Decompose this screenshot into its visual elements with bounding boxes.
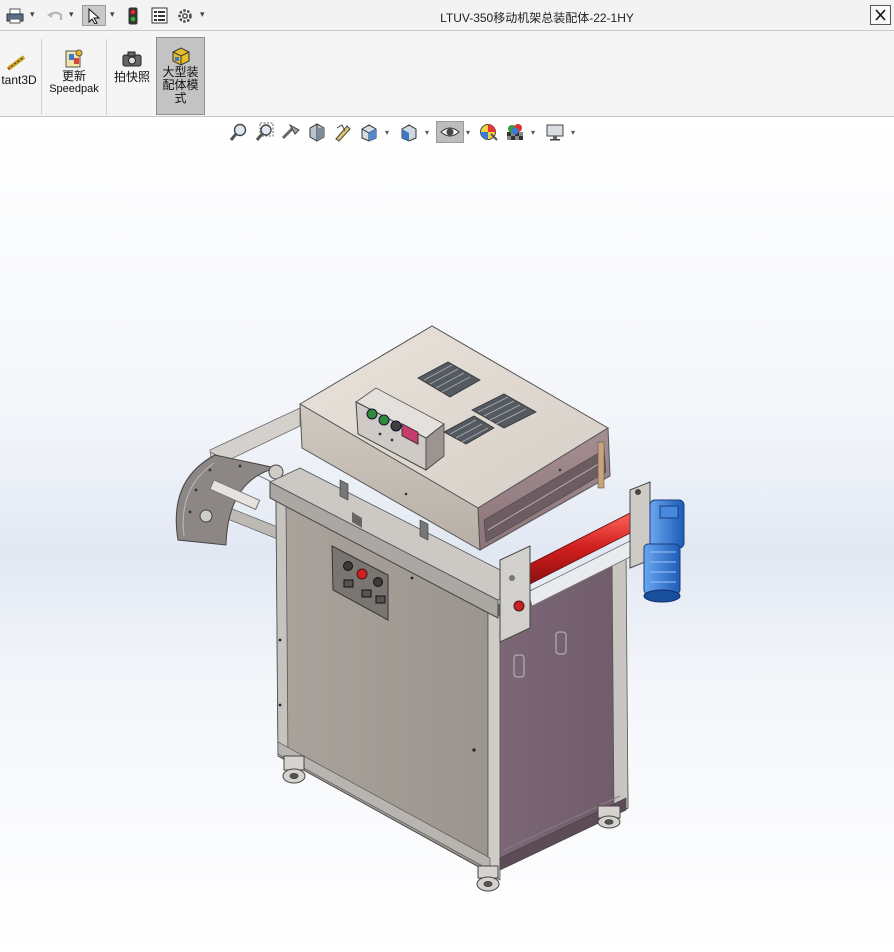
display-style-button[interactable] <box>398 121 420 143</box>
zoom-to-fit-button[interactable] <box>228 121 250 143</box>
view-settings-button[interactable] <box>544 121 566 143</box>
zoom-to-fit-icon <box>229 123 247 141</box>
camera-icon <box>122 51 142 67</box>
large-assembly-icon <box>172 47 189 66</box>
blue-motor <box>643 499 685 603</box>
window-title: LTUV-350移动机架总装配体-22-1HY <box>440 11 634 25</box>
view-orientation-button[interactable] <box>358 121 380 143</box>
take-snapshot-button[interactable]: 拍快照 <box>110 37 154 84</box>
ribbon-separator <box>106 39 107 115</box>
update-speedpak-label-1: 更新 <box>61 69 86 83</box>
section-view-icon <box>309 123 325 142</box>
edit-appearance-icon <box>480 124 498 141</box>
monitor-icon <box>546 124 564 141</box>
previous-view-button[interactable] <box>280 121 302 143</box>
take-snapshot-label: 拍快照 <box>113 70 150 84</box>
dynamic-annotation-button[interactable] <box>332 121 354 143</box>
close-window-button[interactable] <box>870 5 891 25</box>
eye-icon <box>440 127 460 137</box>
update-speedpak-label-2: Speedpak <box>49 83 99 95</box>
instant3d-button[interactable]: tant3D <box>0 37 38 87</box>
speedpak-icon <box>65 49 83 68</box>
graphics-viewport[interactable]: ▾ ▾ ▾ ▾ ▾ <box>0 118 894 952</box>
hide-show-items-button[interactable] <box>436 121 464 143</box>
zoom-to-area-button[interactable] <box>254 121 276 143</box>
dynamic-annotation-icon <box>335 124 351 142</box>
close-icon <box>875 9 886 21</box>
instant3d-label: tant3D <box>1 73 37 87</box>
command-manager-ribbon: tant3D 更新 Speedpak 拍快照 大型装 配体模 式 <box>0 31 894 117</box>
zoom-to-area-icon <box>255 122 274 141</box>
ribbon-separator <box>41 39 42 115</box>
view-settings-dropdown[interactable]: ▾ <box>571 128 575 137</box>
apply-scene-icon <box>507 124 523 140</box>
view-orientation-dropdown[interactable]: ▾ <box>385 128 389 137</box>
display-style-icon <box>401 124 417 142</box>
title-bar: ▾ ▾ ▾ ▾ LTUV-350移动机架总装配体-22-1HY <box>0 0 894 31</box>
view-orientation-icon <box>361 124 377 142</box>
hide-show-dropdown[interactable]: ▾ <box>466 128 470 137</box>
section-view-button[interactable] <box>306 121 328 143</box>
previous-view-icon <box>281 123 300 140</box>
apply-scene-dropdown[interactable]: ▾ <box>531 128 535 137</box>
large-assembly-label-3: 式 <box>174 91 187 105</box>
machine-assembly-model <box>175 325 685 892</box>
edit-appearance-button[interactable] <box>478 121 500 143</box>
display-style-dropdown[interactable]: ▾ <box>425 128 429 137</box>
apply-scene-button[interactable] <box>504 121 526 143</box>
instant3d-icon <box>6 55 26 71</box>
update-speedpak-button[interactable]: 更新 Speedpak <box>45 37 103 96</box>
large-assembly-mode-button[interactable]: 大型装 配体模 式 <box>156 37 205 115</box>
